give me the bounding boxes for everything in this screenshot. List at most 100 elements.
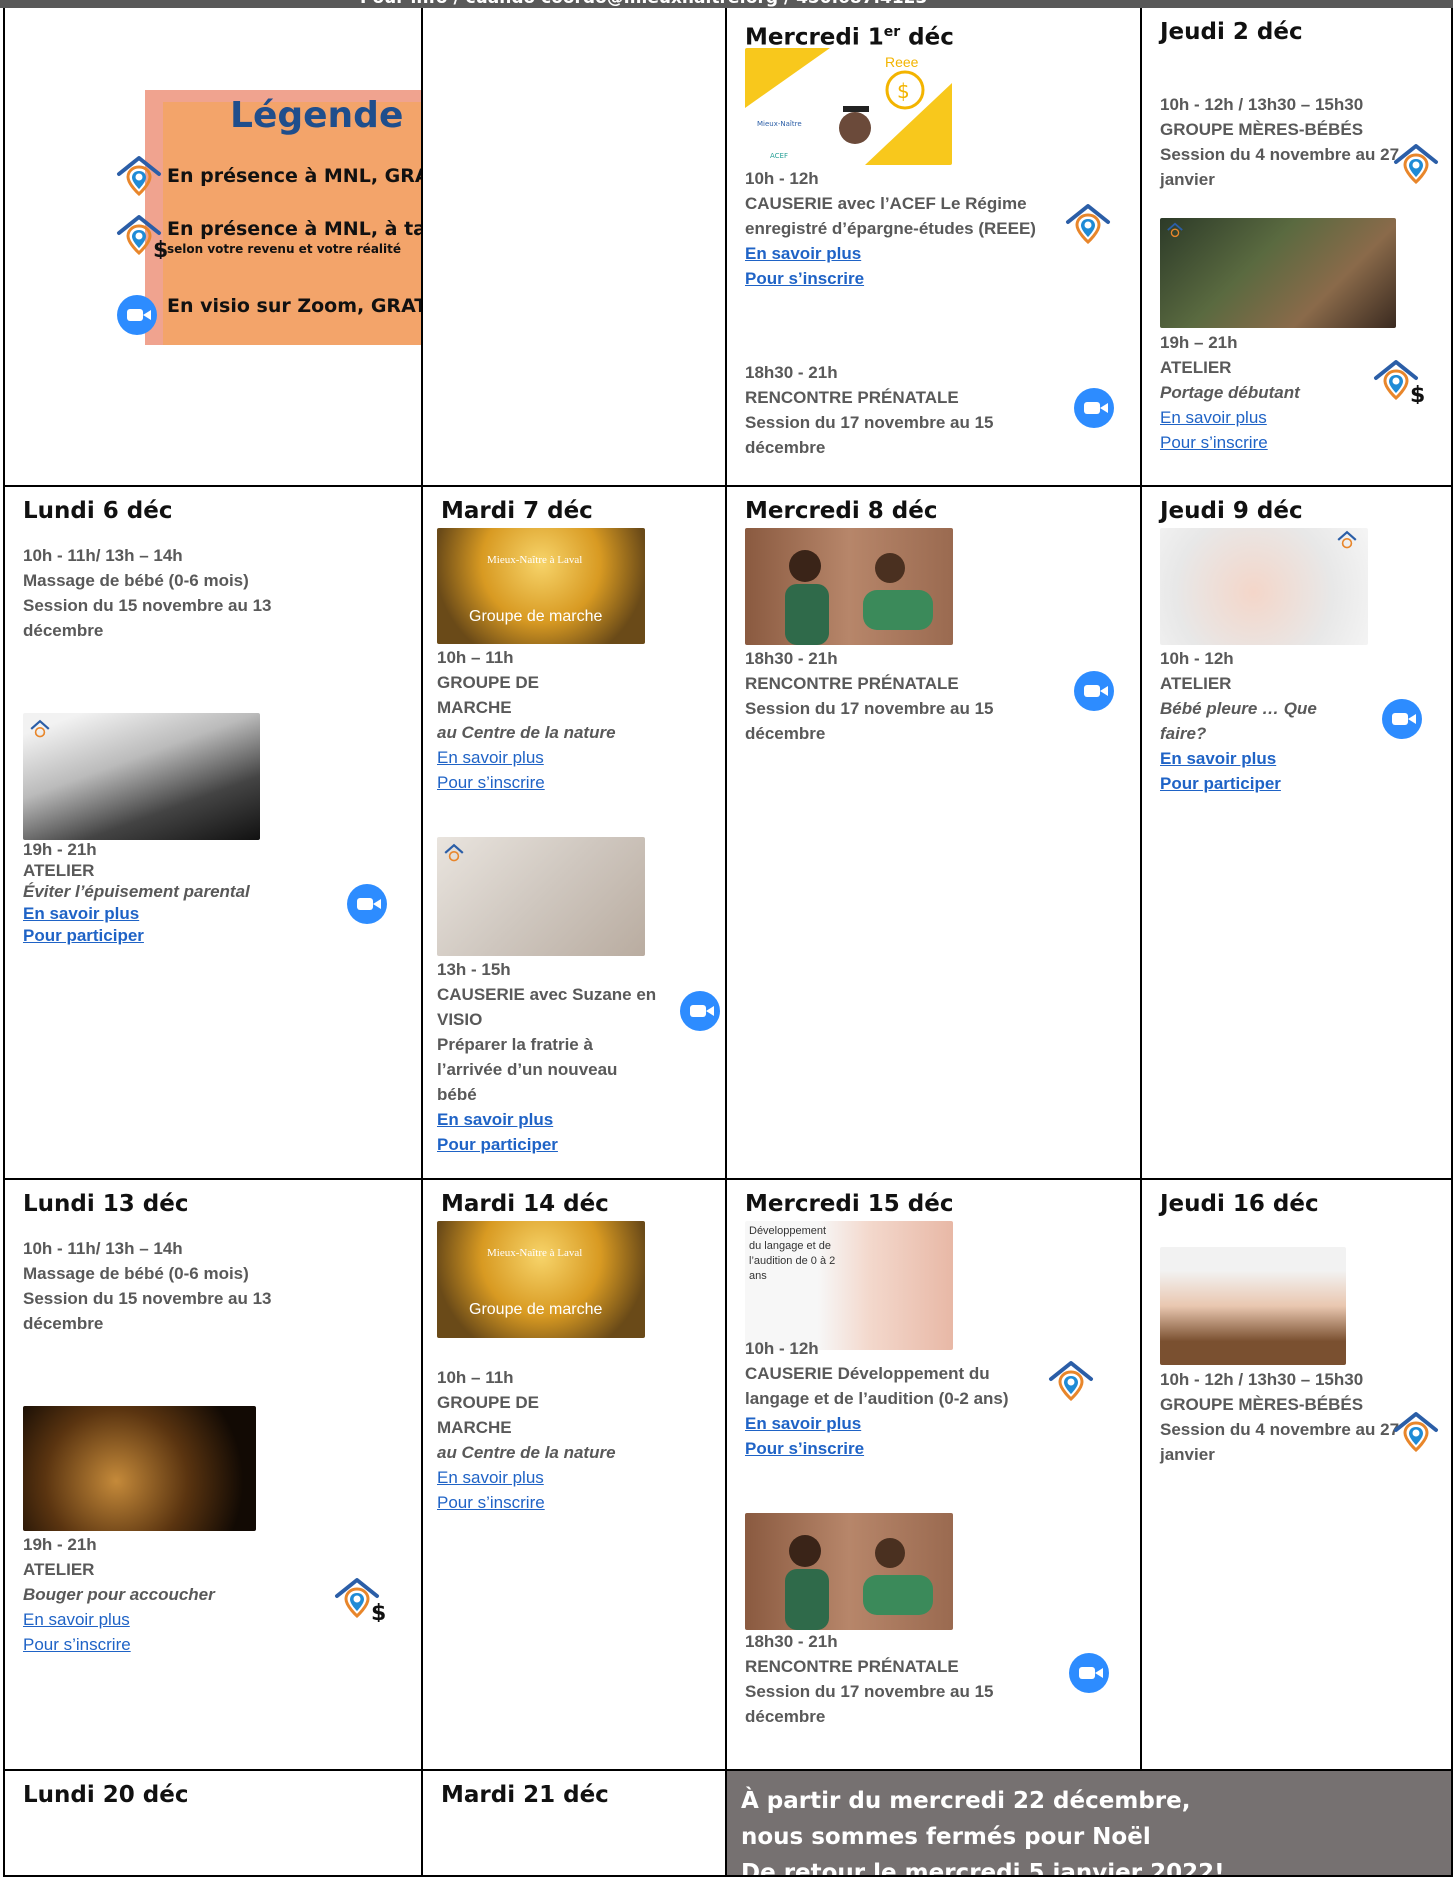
event-title: GROUPE MÈRES-BÉBÉS: [1160, 1395, 1364, 1414]
event-description: Préparer la fratrie à l’arrivée d’un nou…: [437, 1035, 618, 1104]
cell-tue-14: Mardi 14 déc Mieux-Naître à Laval Groupe…: [423, 1180, 727, 1771]
more-link[interactable]: En savoir plus: [437, 1107, 657, 1132]
more-link[interactable]: En savoir plus: [1160, 746, 1350, 771]
event-time: 18h30 - 21h: [745, 363, 838, 382]
cell-tue-21: Mardi 21 déc: [423, 1771, 727, 1877]
event-time: 10h - 11h/ 13h – 14h: [23, 1239, 183, 1258]
logo-mark-icon: [1166, 222, 1184, 240]
event-session: Session du 17 novembre au 15 décembre: [745, 1682, 994, 1726]
more-link[interactable]: En savoir plus: [437, 745, 617, 770]
cell-thu-16: Jeudi 16 déc 10h - 12h / 13h30 – 15h30 G…: [1142, 1180, 1453, 1771]
more-link[interactable]: En savoir plus: [437, 1465, 617, 1490]
event-session: Session du 15 novembre au 13 décembre: [23, 596, 272, 640]
event-title: Massage de bébé (0-6 mois): [23, 1264, 249, 1283]
participate-link[interactable]: Pour participer: [437, 1132, 657, 1157]
legend-title: Légende: [230, 95, 404, 136]
cell-mon-6: Lundi 6 déc 10h - 11h/ 13h – 14h Massage…: [3, 487, 423, 1180]
register-link[interactable]: Pour s’inscrire: [437, 770, 617, 795]
event-massage: 10h - 11h/ 13h – 14h Massage de bébé (0-…: [23, 1236, 323, 1336]
location-paid-icon: [333, 1574, 393, 1622]
event-subtitle: Bouger pour accoucher: [23, 1585, 215, 1604]
cell-wed-15: Mercredi 15 déc Développement du langage…: [727, 1180, 1142, 1771]
cell-empty-tue-1: [423, 8, 727, 487]
register-link[interactable]: Pour s’inscrire: [437, 1490, 617, 1515]
event-subtitle: Bébé pleure … Que faire?: [1160, 699, 1317, 743]
event-title: RENCONTRE PRÉNATALE: [745, 674, 959, 693]
event-prenatal: 18h30 - 21h RENCONTRE PRÉNATALE Session …: [745, 646, 1035, 746]
event-subtitle: au Centre de la nature: [437, 723, 616, 742]
event-title: RENCONTRE PRÉNATALE: [745, 1657, 959, 1676]
register-link[interactable]: Pour s’inscrire: [23, 1632, 283, 1657]
day-title: Lundi 20 déc: [23, 1782, 189, 1808]
reee-image: $ Mieux-Naître ACEF Reee: [745, 48, 952, 165]
header-bar: Pour info / cuando coordo@mieuxnaitre.or…: [0, 0, 1453, 8]
pregnant-image: [23, 1406, 256, 1531]
event-title: GROUPE MÈRES-BÉBÉS: [1160, 120, 1364, 139]
newborn-image: [1160, 1247, 1346, 1365]
event-title: CAUSERIE Développement du langage et de …: [745, 1364, 1009, 1408]
register-link[interactable]: Pour s’inscrire: [1160, 430, 1360, 455]
register-link[interactable]: Pour s’inscrire: [745, 266, 1055, 291]
day-title: Jeudi 16 déc: [1160, 1191, 1319, 1217]
logo-mark-icon: [1336, 530, 1358, 552]
closed-line-1: À partir du mercredi 22 décembre,: [741, 1788, 1191, 1814]
event-subtitle: Portage débutant: [1160, 383, 1300, 402]
event-prenatal: 18h30 - 21h RENCONTRE PRÉNATALE Session …: [745, 360, 1030, 460]
event-bouger: 19h - 21h ATELIER Bouger pour accoucher …: [23, 1532, 283, 1657]
closed-line-3: De retour le mercredi 5 janvier 2022!: [741, 1860, 1225, 1877]
event-session: Session du 17 novembre au 15 décembre: [745, 413, 994, 457]
event-time: 19h – 21h: [1160, 333, 1238, 352]
more-link[interactable]: En savoir plus: [23, 1607, 283, 1632]
more-link[interactable]: En savoir plus: [745, 241, 1055, 266]
day-title: Mercredi 1er déc: [745, 24, 954, 51]
cell-thu-2: Jeudi 2 déc 10h - 12h / 13h30 – 15h30 GR…: [1142, 8, 1453, 487]
couple-image: [745, 1513, 953, 1630]
more-link[interactable]: En savoir plus: [745, 1411, 1035, 1436]
event-session: Session du 4 novembre au 27 janvier: [1160, 145, 1400, 189]
zoom-icon: [347, 884, 387, 924]
event-marche: 10h – 11h GROUPE DE MARCHE au Centre de …: [437, 1365, 617, 1515]
more-link[interactable]: En savoir plus: [23, 903, 303, 925]
event-title: Massage de bébé (0-6 mois): [23, 571, 249, 590]
event-time: 10h - 12h: [745, 169, 819, 188]
closed-notice: À partir du mercredi 22 décembre, nous s…: [727, 1771, 1453, 1877]
reee-graphic: $ Mieux-Naître ACEF: [745, 48, 952, 165]
cell-wed-8: Mercredi 8 déc 18h30 - 21h RENCONTRE PRÉ…: [727, 487, 1142, 1180]
svg-text:ACEF: ACEF: [770, 152, 788, 160]
event-meres-bebes: 10h - 12h / 13h30 – 15h30 GROUPE MÈRES-B…: [1160, 92, 1410, 192]
day-title: Lundi 6 déc: [23, 498, 173, 524]
event-time: 10h - 11h/ 13h – 14h: [23, 546, 183, 565]
event-langage: 10h - 12h CAUSERIE Développement du lang…: [745, 1336, 1035, 1461]
couple-image: [745, 528, 953, 645]
event-time: 10h - 12h / 13h30 – 15h30: [1160, 1370, 1364, 1389]
event-time: 10h – 11h: [437, 1368, 514, 1387]
cell-thu-9: Jeudi 9 déc 10h - 12h ATELIER Bébé pleur…: [1142, 487, 1453, 1180]
cell-empty-mon-1: Légende En présence à MNL, GRATUIT En pr…: [3, 8, 423, 487]
closed-line-2: nous sommes fermés pour Noël: [741, 1824, 1151, 1850]
location-icon: [1047, 1357, 1095, 1405]
event-fratrie: 13h - 15h CAUSERIE avec Suzane en VISIO …: [437, 957, 657, 1157]
event-title: ATELIER: [23, 861, 95, 880]
image-logo: Mieux-Naître à Laval: [487, 554, 583, 566]
image-logo: Mieux-Naître à Laval: [487, 1247, 583, 1259]
more-link[interactable]: En savoir plus: [1160, 405, 1360, 430]
cell-tue-7: Mardi 7 déc Mieux-Naître à Laval Groupe …: [423, 487, 727, 1180]
zoom-icon: [117, 295, 157, 335]
day-title: Mardi 14 déc: [441, 1191, 609, 1217]
header-contact: Pour info / cuando coordo@mieuxnaitre.or…: [360, 0, 927, 8]
svg-text:$: $: [897, 79, 910, 103]
location-paid-icon: [115, 211, 175, 259]
zoom-icon: [1069, 1653, 1109, 1693]
legend-item-paid: En présence à MNL, à tarif modulé: [167, 218, 421, 240]
reee-image-label: Reee: [885, 54, 919, 70]
event-title: CAUSERIE avec Suzane en VISIO: [437, 985, 657, 1029]
cell-wed-1: Mercredi 1er déc $ Mieux-Naître ACEF Ree…: [727, 8, 1142, 487]
participate-link[interactable]: Pour participer: [1160, 771, 1350, 796]
crying-baby-image: [1160, 528, 1368, 645]
walking-group-image: Mieux-Naître à Laval Groupe de marche: [437, 528, 645, 644]
participate-link[interactable]: Pour participer: [23, 925, 303, 947]
event-time: 13h - 15h: [437, 960, 511, 979]
register-link[interactable]: Pour s’inscrire: [745, 1436, 1035, 1461]
event-bebe-pleure: 10h - 12h ATELIER Bébé pleure … Que fair…: [1160, 646, 1350, 796]
event-time: 19h - 21h: [23, 840, 97, 859]
